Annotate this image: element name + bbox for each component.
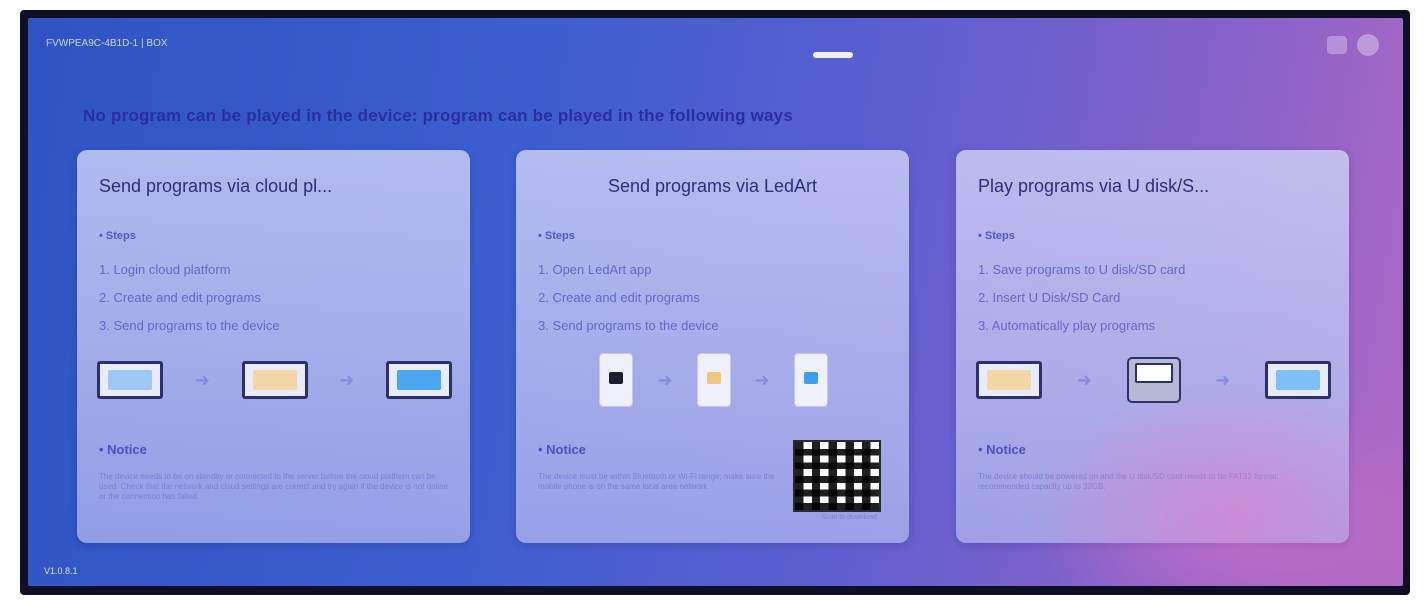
laptop-edit-icon: [241, 361, 308, 399]
wifi-icon: [1327, 36, 1347, 54]
step-1: 1. Open LedArt app: [538, 262, 652, 277]
steps-label: • Steps: [538, 230, 575, 242]
arrow-icon: ➜: [657, 369, 673, 390]
arrow-icon: ➜: [1076, 369, 1092, 390]
laptop-send-icon: [386, 361, 452, 399]
display-play-icon: [1265, 361, 1331, 399]
notice-label: • Notice: [978, 442, 1026, 457]
notice-text: The device must be within Bluetooth or W…: [538, 472, 775, 491]
status-text: FVWPEA9C-4B1D-1 | BOX: [46, 38, 168, 49]
steps-label: • Steps: [978, 230, 1015, 242]
laptop-save-icon: [976, 361, 1042, 399]
step-2: 2. Create and edit programs: [538, 290, 700, 305]
screen: FVWPEA9C-4B1D-1 | BOX No program can be …: [28, 18, 1403, 586]
step-2: 2. Insert U Disk/SD Card: [978, 290, 1121, 305]
arrow-icon: ➜: [339, 369, 355, 390]
card-cloud-platform[interactable]: Send programs via cloud pl... • Steps 1.…: [77, 150, 470, 543]
step-3: 3. Automatically play programs: [978, 318, 1156, 333]
qr-caption: Scan to download: [821, 514, 877, 521]
step-3: 3. Send programs to the device: [99, 318, 280, 333]
step-2: 2. Create and edit programs: [99, 290, 261, 305]
top-right-controls: [1327, 34, 1379, 56]
step-3: 3. Send programs to the device: [538, 318, 719, 333]
arrow-icon: ➜: [1215, 369, 1231, 390]
version-label: V1.0.8.1: [44, 566, 78, 576]
card-title: Play programs via U disk/S...: [978, 176, 1210, 196]
card-title: Send programs via cloud pl...: [99, 176, 333, 196]
card-title: Send programs via LedArt: [607, 176, 818, 196]
step-1: 1. Login cloud platform: [99, 262, 231, 277]
card-udisk[interactable]: Play programs via U disk/S... • Steps 1.…: [956, 150, 1349, 543]
screen-glare: [813, 52, 853, 58]
phone-app-icon: [599, 353, 634, 407]
notice-label: • Notice: [538, 442, 586, 457]
qr-code-icon: [793, 440, 881, 512]
step-1: 1. Save programs to U disk/SD card: [978, 262, 1186, 277]
settings-icon[interactable]: [1357, 34, 1379, 56]
page-headline: No program can be played in the device: …: [83, 106, 793, 125]
udisk-flow-diagram: ➜ ➜: [976, 350, 1331, 410]
phone-send-icon: [793, 353, 828, 407]
card-reader-icon: [1126, 357, 1181, 403]
notice-label: • Notice: [99, 442, 147, 457]
notice-text: The device needs to be on standby or con…: [99, 472, 449, 501]
laptop-cloud-icon: [97, 361, 163, 399]
arrow-icon: ➜: [194, 369, 210, 390]
ledart-flow-diagram: ➜ ➜: [536, 350, 891, 410]
steps-label: • Steps: [99, 230, 136, 242]
arrow-icon: ➜: [754, 369, 770, 390]
card-ledart[interactable]: Send programs via LedArt • Steps 1. Open…: [516, 150, 909, 543]
phone-edit-icon: [696, 353, 731, 407]
cloud-flow-diagram: ➜ ➜: [97, 350, 452, 410]
notice-text: The device should be powered on and the …: [978, 472, 1279, 491]
